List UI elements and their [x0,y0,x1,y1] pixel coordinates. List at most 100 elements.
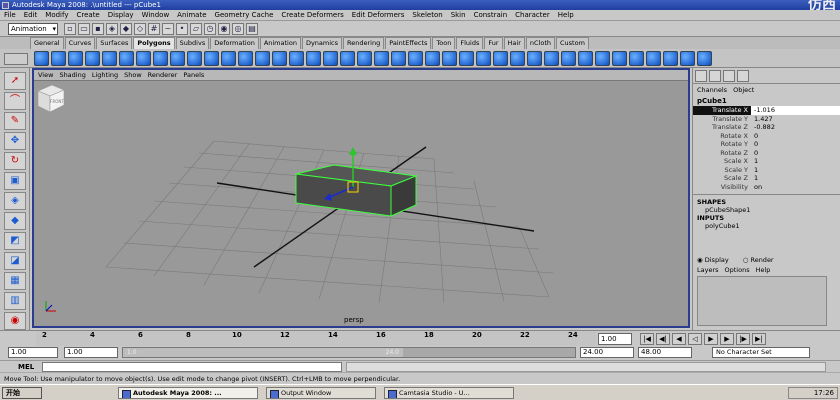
poly-sphere-icon[interactable] [34,51,49,66]
delete-history-icon[interactable] [612,51,627,66]
render-icon[interactable]: ◉ [218,23,230,35]
poly-helix-icon[interactable] [187,51,202,66]
menu-edit[interactable]: Edit [24,10,38,20]
boolean-difference-icon[interactable] [323,51,338,66]
poly-pipe-icon[interactable] [170,51,185,66]
outliner-icon[interactable] [680,51,695,66]
poly-cone-icon[interactable] [85,51,100,66]
shelf-menu-button[interactable] [4,53,28,65]
time-slider-track[interactable]: 2 4 6 8 10 12 14 16 18 20 22 24 [36,331,596,347]
move-tool-icon[interactable]: ✥ [4,132,26,150]
step-forward-frame-icon[interactable]: ▶ [720,333,734,345]
shelf-tab-general[interactable]: General [30,37,64,49]
lasso-tool-icon[interactable]: ⌒ [4,92,26,110]
uv-editor-icon[interactable] [595,51,610,66]
perspective-viewport[interactable]: FRONT persp [34,81,688,326]
animation-end-field[interactable]: 48.00 [638,347,692,358]
split-polygon-icon[interactable] [425,51,440,66]
menu-character[interactable]: Character [515,10,550,20]
range-bar[interactable]: 1.0 24.0 [122,347,576,358]
show-channel-box-icon[interactable] [695,70,707,82]
panel-menu-view[interactable]: View [38,70,53,80]
panel-menu-lighting[interactable]: Lighting [92,70,118,80]
menu-window[interactable]: Window [142,10,170,20]
object-menu[interactable]: Object [733,86,754,94]
step-back-frame-icon[interactable]: ◀ [672,333,686,345]
show-attribute-editor-icon[interactable] [709,70,721,82]
history-icon[interactable]: ◷ [204,23,216,35]
attr-translate-z[interactable]: Translate Z -0.882 [693,123,840,132]
shelf-tab-fur[interactable]: Fur [484,37,503,49]
shelf-tab-deformation[interactable]: Deformation [210,37,259,49]
poly-torus-icon[interactable] [119,51,134,66]
shelf-tab-subdivs[interactable]: Subdivs [175,37,210,49]
select-hierarchy-icon[interactable]: ◈ [106,23,118,35]
show-tool-settings-icon[interactable] [723,70,735,82]
snap-curve-icon[interactable]: ~ [162,23,174,35]
play-forward-icon[interactable]: ▶ [704,333,718,345]
boolean-intersection-icon[interactable] [340,51,355,66]
shelf-tab-surfaces[interactable]: Surfaces [96,37,133,49]
taskbar-item-maya[interactable]: Autodesk Maya 2008: ... [118,387,258,399]
shelf-tab-curves[interactable]: Curves [64,37,96,49]
shelf-tab-fluids[interactable]: Fluids [456,37,484,49]
attr-scale-z[interactable]: Scale Z 1 [693,174,840,183]
command-language-label[interactable]: MEL [18,363,34,371]
planar-mapping-icon[interactable] [527,51,542,66]
poly-cylinder-icon[interactable] [68,51,83,66]
menu-display[interactable]: Display [108,10,134,20]
mirror-icon[interactable] [357,51,372,66]
menu-animate[interactable]: Animate [177,10,206,20]
center-pivot-icon[interactable] [646,51,661,66]
insert-edge-loop-icon[interactable] [442,51,457,66]
menu-create-deformers[interactable]: Create Deformers [281,10,343,20]
menu-file[interactable]: File [4,10,16,20]
channels-menu[interactable]: Channels [697,86,727,94]
shelf-tab-painteffects[interactable]: PaintEffects [385,37,432,49]
four-view-layout-icon[interactable]: ▥ [4,292,26,310]
menu-edit-deformers[interactable]: Edit Deformers [352,10,405,20]
start-button[interactable]: 开始 [2,387,42,399]
collapse-icon[interactable] [510,51,525,66]
command-input[interactable] [42,362,342,372]
shelf-tab-dynamics[interactable]: Dynamics [301,37,343,49]
shelf-tab-toon[interactable]: Toon [432,37,456,49]
poly-cube-icon[interactable] [51,51,66,66]
spherical-mapping-icon[interactable] [561,51,576,66]
step-forward-key-icon[interactable]: |▶ [736,333,750,345]
menu-constrain[interactable]: Constrain [474,10,508,20]
bridge-icon[interactable] [391,51,406,66]
snap-point-icon[interactable]: • [176,23,188,35]
shelf-tab-rendering[interactable]: Rendering [343,37,385,49]
shelf-tab-hair[interactable]: Hair [503,37,525,49]
combine-icon[interactable] [238,51,253,66]
bevel-icon[interactable] [476,51,491,66]
layer-menu-layers[interactable]: Layers [697,266,719,274]
character-set-select[interactable]: No Character Set [712,347,810,358]
animation-start-field[interactable]: 1.00 [8,347,58,358]
playback-start-field[interactable]: 1.00 [64,347,118,358]
taskbar-item-output-window[interactable]: Output Window [266,387,376,399]
scale-tool-icon[interactable]: ▣ [4,172,26,190]
automatic-mapping-icon[interactable] [578,51,593,66]
layer-list[interactable] [697,276,827,326]
separate-icon[interactable] [255,51,270,66]
play-backward-icon[interactable]: ◁ [688,333,702,345]
panel-menu-shading[interactable]: Shading [59,70,85,80]
open-scene-icon[interactable]: ▭ [78,23,90,35]
select-component-icon[interactable]: ◇ [134,23,146,35]
layer-menu-help[interactable]: Help [756,266,771,274]
shape-node[interactable]: pCubeShape1 [693,206,840,214]
shelf-tab-animation[interactable]: Animation [259,37,301,49]
menu-create[interactable]: Create [76,10,99,20]
poly-platonic-icon[interactable] [221,51,236,66]
cylindrical-mapping-icon[interactable] [544,51,559,66]
go-to-start-icon[interactable]: |◀ [640,333,654,345]
new-scene-icon[interactable]: ▫ [64,23,76,35]
panel-menu-panels[interactable]: Panels [183,70,204,80]
poly-soccer-ball-icon[interactable] [204,51,219,66]
paint-select-tool-icon[interactable]: ✎ [4,112,26,130]
poly-plane-icon[interactable] [102,51,117,66]
rotate-tool-icon[interactable]: ↻ [4,152,26,170]
menu-modify[interactable]: Modify [45,10,68,20]
